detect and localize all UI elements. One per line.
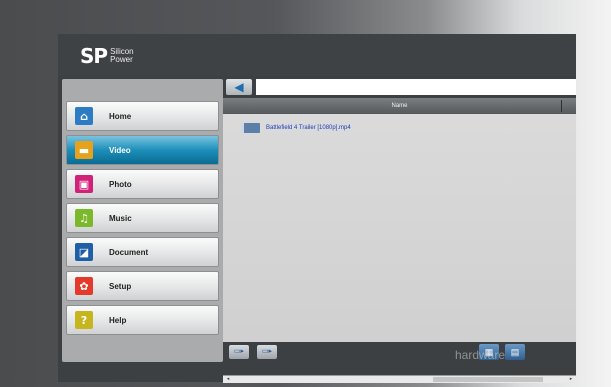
watermark-text: hardware (455, 348, 506, 362)
sidebar-item-help[interactable]: ? Help (66, 305, 219, 335)
sidebar-item-label: Video (109, 145, 131, 155)
scrollbar-thumb[interactable] (433, 377, 543, 382)
back-button[interactable]: ◀ (226, 79, 252, 95)
list-view-button[interactable]: ▤ (505, 344, 525, 360)
sidebar-item-document[interactable]: ◪ Document (66, 237, 219, 267)
scroll-left-icon[interactable]: ◂ (224, 376, 232, 383)
copy-icon: ▭▸ (233, 348, 245, 355)
logo-text-line2: Power (110, 55, 133, 64)
scroll-right-icon[interactable]: ▸ (567, 376, 575, 383)
logo-text: Silicon Power (110, 48, 134, 64)
photo-icon: ▣ (75, 175, 93, 193)
list-view-icon: ▤ (510, 347, 520, 357)
sidebar: ⌂ Home ▬ Video ▣ Photo ♫ Music ◪ Documen… (62, 79, 223, 362)
app-window: SP Silicon Power ⌂ Home ▬ Video ▣ Photo … (58, 34, 576, 383)
path-input[interactable] (256, 79, 576, 95)
logo-mark: SP (80, 44, 108, 68)
column-separator (561, 100, 562, 112)
file-name: Battlefield 4 Trailer [1080p].mp4 (266, 125, 351, 131)
setup-icon: ✿ (75, 277, 93, 295)
horizontal-scrollbar[interactable]: ◂ ▸ (223, 375, 576, 383)
silicon-power-logo: SP Silicon Power (80, 46, 134, 66)
music-icon: ♫ (75, 209, 93, 227)
file-list-item[interactable]: Battlefield 4 Trailer [1080p].mp4 (241, 123, 351, 133)
column-header-name[interactable]: Name (223, 98, 576, 114)
help-icon: ? (75, 311, 93, 329)
sidebar-item-setup[interactable]: ✿ Setup (66, 271, 219, 301)
video-file-icon (241, 123, 260, 133)
video-icon: ▬ (75, 141, 93, 159)
sidebar-item-photo[interactable]: ▣ Photo (66, 169, 219, 199)
document-icon: ◪ (75, 243, 93, 261)
sidebar-item-video[interactable]: ▬ Video (66, 135, 219, 165)
sidebar-item-label: Setup (109, 281, 132, 291)
back-arrow-icon: ◀ (234, 80, 244, 94)
sidebar-item-label: Help (109, 315, 127, 325)
sidebar-item-label: Photo (109, 179, 132, 189)
content-toolbar: ◀ (223, 76, 576, 98)
app-header: SP Silicon Power (58, 34, 576, 76)
sidebar-item-label: Document (109, 247, 149, 257)
move-icon: ▭▸ (261, 348, 273, 355)
sidebar-item-music[interactable]: ♫ Music (66, 203, 219, 233)
home-icon: ⌂ (75, 107, 93, 125)
file-browser: ◀ Name Battlefield 4 Trailer [1080p].mp4… (223, 76, 576, 362)
sidebar-item-home[interactable]: ⌂ Home (66, 101, 219, 131)
sidebar-item-label: Music (109, 213, 132, 223)
move-button[interactable]: ▭▸ (257, 345, 277, 359)
sidebar-item-label: Home (109, 111, 132, 121)
content-bottom-toolbar: ▭▸ ▭▸ ▦ ▤ (223, 342, 576, 362)
column-header-label: Name (391, 103, 408, 109)
copy-button[interactable]: ▭▸ (229, 345, 249, 359)
